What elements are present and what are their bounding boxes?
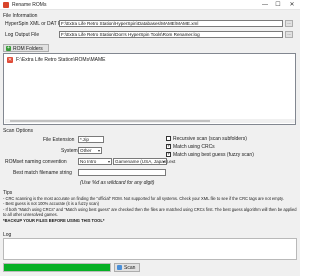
scan-button[interactable]: Scan [114, 263, 140, 272]
log-browse-button[interactable]: ... [285, 31, 293, 38]
naming-value: No Intro [80, 159, 97, 164]
log-file-input[interactable]: F:\Extra Life Retro Station\Don's HyperS… [59, 31, 283, 38]
window-title: Rename ROMs [12, 2, 47, 8]
scan-label: Scan [124, 265, 136, 271]
match-crc-checkbox[interactable] [166, 144, 171, 149]
log-file-label: Log Output File [5, 32, 40, 38]
naming-convention-label: ROMset naming convention [5, 159, 67, 165]
recursive-scan-label: Recursive scan (scan subfolders) [173, 136, 247, 142]
system-select[interactable]: Other ▾ [78, 147, 102, 154]
hyperspin-file-input[interactable]: F:\Extra Life Retro Station\HyperSpin\Da… [59, 20, 283, 27]
progress-fill [4, 264, 110, 271]
rom-folders-label: ROM Folders [13, 46, 43, 52]
naming-format-select[interactable]: Gamename (USA, Japan).ext ▾ [113, 158, 175, 165]
list-item[interactable]: ✕ F:\Extra Life Retro Station\ROMs\MAME [6, 56, 294, 64]
best-match-input[interactable] [78, 169, 166, 176]
hyperspin-file-label: HyperSpin XML or DAT File [5, 21, 67, 27]
best-guess-label: Match using best guess (fuzzy scan) [173, 152, 254, 158]
log-output[interactable] [3, 238, 297, 260]
recursive-scan-checkbox[interactable] [166, 136, 171, 141]
add-rom-folder-button[interactable]: + ROM Folders [3, 44, 49, 52]
horizontal-scrollbar[interactable] [5, 119, 295, 123]
close-icon[interactable]: ✕ [285, 0, 299, 10]
minimize-icon[interactable]: — [258, 0, 272, 10]
tips-box: - CRC scanning is the most accurate on f… [3, 196, 297, 232]
wildcard-hint: (Use %d as wildcard for any digit) [80, 180, 155, 186]
file-extension-input[interactable]: *.zip [78, 136, 104, 143]
scan-icon [117, 265, 122, 270]
best-guess-checkbox[interactable] [166, 152, 171, 157]
title-bar: Rename ROMs — ☐ ✕ [0, 0, 300, 10]
add-icon: + [6, 45, 11, 51]
system-value: Other [80, 148, 92, 153]
chevron-down-icon: ▾ [162, 159, 165, 164]
hyperspin-browse-button[interactable]: ... [285, 20, 293, 27]
delete-icon[interactable]: ✕ [7, 57, 13, 63]
tip-line: - If both "Match using CRCs" and "Match … [3, 206, 297, 218]
main-window: File Information HyperSpin XML or DAT Fi… [0, 10, 300, 276]
best-match-label: Best match filename string [13, 170, 72, 176]
progress-bar [3, 263, 111, 272]
chevron-down-icon: ▾ [97, 148, 100, 153]
chevron-down-icon: ▾ [107, 159, 110, 164]
rom-folder-list[interactable]: ✕ F:\Extra Life Retro Station\ROMs\MAME [3, 53, 296, 125]
app-icon [3, 2, 9, 8]
naming-format-value: Gamename (USA, Japan).ext [115, 159, 176, 164]
match-crc-label: Match using CRCs [173, 144, 215, 150]
backup-warning: *BACKUP YOUR FILES BEFORE USING THIS TOO… [3, 217, 105, 223]
maximize-icon[interactable]: ☐ [271, 0, 285, 10]
file-extension-label: File Extension [43, 137, 75, 143]
rom-folder-path: F:\Extra Life Retro Station\ROMs\MAME [16, 57, 106, 63]
scan-options-group-label: Scan Options [3, 128, 34, 134]
system-label: System [61, 148, 78, 154]
file-info-group-label: File Information [3, 13, 38, 19]
naming-convention-select[interactable]: No Intro ▾ [78, 158, 112, 165]
